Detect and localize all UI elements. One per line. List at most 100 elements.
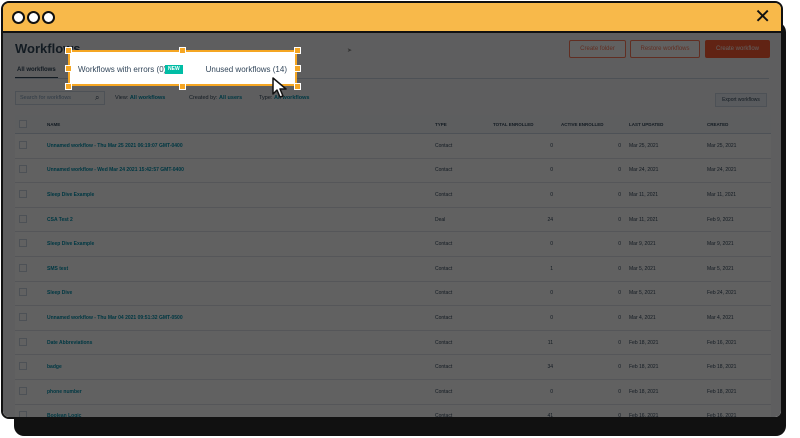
resize-handle[interactable] xyxy=(65,65,72,72)
column-header[interactable]: LAST UPDATED xyxy=(625,115,703,134)
resize-handle[interactable] xyxy=(294,83,301,90)
row-select-cell xyxy=(15,182,43,208)
resize-handle[interactable] xyxy=(65,83,72,90)
name-cell: Date Abbreviations xyxy=(43,330,431,356)
row-checkbox[interactable] xyxy=(19,312,27,321)
name-cell: Boolean Logic xyxy=(43,404,431,417)
table-row[interactable]: Unnamed workflow - Wed Mar 24 2021 15:42… xyxy=(15,158,771,184)
type-cell: Contact xyxy=(431,133,489,159)
workflow-name-link[interactable]: badge xyxy=(47,364,62,370)
created-by-label: Created by: xyxy=(189,95,218,101)
workflow-name-link[interactable]: Date Abbreviations xyxy=(47,340,92,346)
workflow-name-link[interactable]: CSA Test 2 xyxy=(47,217,73,223)
table-row[interactable]: CSA Test 2 Deal 24 0 Mar 11, 2021 Feb 9, 2021 xyxy=(15,207,771,233)
created-by-filter[interactable]: Created by: All users xyxy=(189,95,242,101)
search-icon[interactable]: ⌕ xyxy=(95,93,99,103)
table-row[interactable]: Date Abbreviations Contact 11 0 Feb 18, 2021… xyxy=(15,330,771,356)
last-updated-cell: Mar 5, 2021 xyxy=(625,256,703,282)
table-row[interactable]: Sleep Dive Example Contact 0 0 Mar 11, 2021 M… xyxy=(15,182,771,208)
row-select-cell xyxy=(15,207,43,233)
total-enrolled-cell: 41 xyxy=(489,404,557,417)
workflow-name-link[interactable]: Unnamed workflow - Thu Mar 25 2021 06:19… xyxy=(47,143,183,149)
workflow-name-link[interactable]: Sleep Dive Example xyxy=(47,241,94,247)
total-enrolled-cell: 1 xyxy=(489,256,557,282)
table-row[interactable]: Sleep Dive Example Contact 0 0 Mar 9, 2021 Ma… xyxy=(15,231,771,257)
window-dot-icon xyxy=(12,11,25,24)
row-checkbox[interactable] xyxy=(19,386,27,395)
active-enrolled-cell: 0 xyxy=(557,404,625,417)
row-checkbox[interactable] xyxy=(19,214,27,223)
name-cell: Sleep Dive Example xyxy=(43,182,431,208)
table-row[interactable]: SMS test Contact 1 0 Mar 5, 2021 Mar 5, 2021 xyxy=(15,256,771,282)
workflows-app: Workflows Create folder Restore workflow… xyxy=(3,33,781,417)
window-dot-icon xyxy=(27,11,40,24)
column-header[interactable]: NAME xyxy=(43,115,431,134)
row-checkbox[interactable] xyxy=(19,362,27,371)
resize-handle[interactable] xyxy=(294,65,301,72)
active-enrolled-cell: 0 xyxy=(557,182,625,208)
active-enrolled-cell: 0 xyxy=(557,231,625,257)
total-enrolled-cell: 24 xyxy=(489,207,557,233)
restore-workflows-button[interactable]: Restore workflows xyxy=(630,40,700,58)
row-checkbox[interactable] xyxy=(19,165,27,174)
row-checkbox[interactable] xyxy=(19,288,27,297)
view-filter[interactable]: View: All workflows xyxy=(115,95,165,101)
close-icon[interactable]: ✕ xyxy=(754,6,771,26)
type-cell: Deal xyxy=(431,207,489,233)
table-row[interactable]: badge Contact 34 0 Feb 18, 2021 Feb 18, 2021 xyxy=(15,354,771,380)
row-select-cell xyxy=(15,330,43,356)
row-checkbox[interactable] xyxy=(19,411,27,417)
search-input[interactable]: Search for workflows xyxy=(15,91,105,105)
row-checkbox[interactable] xyxy=(19,263,27,272)
table-row[interactable]: Sleep Dive Contact 0 0 Mar 5, 2021 Feb 24, 20… xyxy=(15,281,771,307)
name-cell: badge xyxy=(43,354,431,380)
table-row[interactable]: Unnamed workflow - Thu Mar 04 2021 09:51… xyxy=(15,305,771,331)
resize-handle[interactable] xyxy=(294,47,301,54)
table-row[interactable]: Unnamed workflow - Thu Mar 25 2021 06:19… xyxy=(15,133,771,159)
total-enrolled-cell: 0 xyxy=(489,305,557,331)
row-select-cell xyxy=(15,354,43,380)
workflow-name-link[interactable]: Unnamed workflow - Thu Mar 04 2021 09:51… xyxy=(47,315,183,321)
resize-handle[interactable] xyxy=(179,83,186,90)
resize-handle[interactable] xyxy=(65,47,72,54)
column-header[interactable]: TYPE xyxy=(431,115,489,134)
table-row[interactable]: Boolean Logic Contact 41 0 Feb 16, 2021 Feb 1… xyxy=(15,404,771,417)
create-workflow-button[interactable]: Create workflow xyxy=(705,40,770,58)
workflow-name-link[interactable]: Sleep Dive Example xyxy=(47,192,94,198)
workflow-name-link[interactable]: Unnamed workflow - Wed Mar 24 2021 15:42… xyxy=(47,167,184,173)
column-header[interactable]: CREATED xyxy=(703,115,771,134)
type-cell: Contact xyxy=(431,354,489,380)
last-updated-cell: Mar 25, 2021 xyxy=(625,133,703,159)
row-checkbox[interactable] xyxy=(19,239,27,248)
window-dot-icon xyxy=(42,11,55,24)
row-checkbox[interactable] xyxy=(19,189,27,198)
workflow-name-link[interactable]: Boolean Logic xyxy=(47,413,81,417)
column-header[interactable]: TOTAL ENROLLED xyxy=(489,115,557,134)
column-header[interactable]: ACTIVE ENROLLED xyxy=(557,115,625,134)
row-checkbox[interactable] xyxy=(19,337,27,346)
row-select-cell xyxy=(15,158,43,184)
type-cell: Contact xyxy=(431,404,489,417)
select-all-checkbox[interactable] xyxy=(19,119,27,128)
create-folder-button[interactable]: Create folder xyxy=(569,40,626,58)
last-updated-cell: Mar 5, 2021 xyxy=(625,281,703,307)
created-cell: Feb 16, 2021 xyxy=(703,404,771,417)
type-cell: Contact xyxy=(431,182,489,208)
table-header-row: NAME TYPE TOTAL ENROLLED ACTIVE ENROLLED… xyxy=(15,115,771,134)
view-filter-label: View: xyxy=(115,95,129,101)
table-row[interactable]: phone number Contact 0 0 Feb 18, 2021 Feb 18,… xyxy=(15,379,771,405)
unused-workflows-link[interactable]: Unused workflows (14) xyxy=(206,65,287,74)
name-cell: Sleep Dive xyxy=(43,281,431,307)
export-workflows-button[interactable]: Export workflows xyxy=(715,93,767,107)
workflows-with-errors-link[interactable]: Workflows with errors (0) xyxy=(78,65,166,74)
created-cell: Mar 4, 2021 xyxy=(703,305,771,331)
resize-handle[interactable] xyxy=(179,47,186,54)
workflow-name-link[interactable]: SMS test xyxy=(47,266,68,272)
active-enrolled-cell: 0 xyxy=(557,354,625,380)
row-checkbox[interactable] xyxy=(19,140,27,149)
name-cell: CSA Test 2 xyxy=(43,207,431,233)
workflow-name-link[interactable]: phone number xyxy=(47,389,82,395)
workflow-name-link[interactable]: Sleep Dive xyxy=(47,290,72,296)
name-cell: SMS test xyxy=(43,256,431,282)
last-updated-cell: Mar 11, 2021 xyxy=(625,182,703,208)
